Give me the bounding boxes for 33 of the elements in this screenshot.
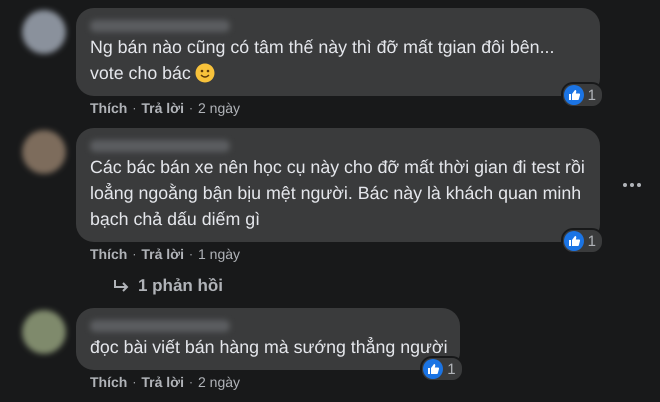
comment-text: đọc bài viết bán hàng mà sướng thẳng người — [90, 336, 448, 359]
separator-dot: · — [188, 100, 193, 117]
comment-time: 2 ngày — [198, 99, 240, 117]
thumbs-up-icon — [564, 231, 584, 251]
comment-time: 2 ngày — [198, 373, 240, 391]
reaction-badge[interactable]: 1 — [420, 356, 464, 382]
reply-arrow-icon — [112, 279, 130, 293]
separator-dot: · — [188, 246, 193, 263]
reply-link[interactable]: Trả lời — [141, 373, 184, 391]
like-link[interactable]: Thích — [90, 99, 128, 117]
reply-link[interactable]: Trả lời — [141, 245, 184, 263]
thumbs-up-icon — [564, 85, 584, 105]
separator-dot: · — [132, 246, 136, 263]
thumbs-up-icon — [423, 359, 444, 379]
view-replies-link[interactable]: 1 phản hồi — [112, 275, 223, 297]
like-link[interactable]: Thích — [90, 245, 128, 263]
comment-text: Các bác bán xe nên học cụ này cho đỡ mất thời gian đi test rồi loẳng ngoằng bận bịu mệt người. Bác này là khách quan minh bạch chả dấu diếm gì — [90, 156, 586, 231]
reaction-count: 1 — [588, 86, 596, 104]
reply-link[interactable]: Trả lời — [141, 99, 184, 117]
avatar-icon[interactable] — [22, 310, 66, 354]
like-link[interactable]: Thích — [90, 373, 128, 391]
comment-text: Ng bán nào cũng có tâm thế này thì đỡ mất tgian đôi bên... vote cho bác — [90, 36, 556, 85]
separator-dot: · — [132, 100, 136, 117]
reaction-count: 1 — [588, 232, 596, 250]
comment-time: 1 ngày — [198, 245, 240, 263]
separator-dot: · — [188, 374, 193, 391]
separator-dot: · — [132, 374, 136, 391]
reaction-count: 1 — [447, 360, 456, 378]
reaction-badge[interactable]: 1 — [560, 82, 604, 108]
avatar-icon[interactable] — [22, 10, 66, 54]
more-icon[interactable] — [622, 182, 642, 188]
avatar-icon[interactable] — [22, 130, 66, 174]
reaction-badge[interactable]: 1 — [560, 228, 604, 254]
